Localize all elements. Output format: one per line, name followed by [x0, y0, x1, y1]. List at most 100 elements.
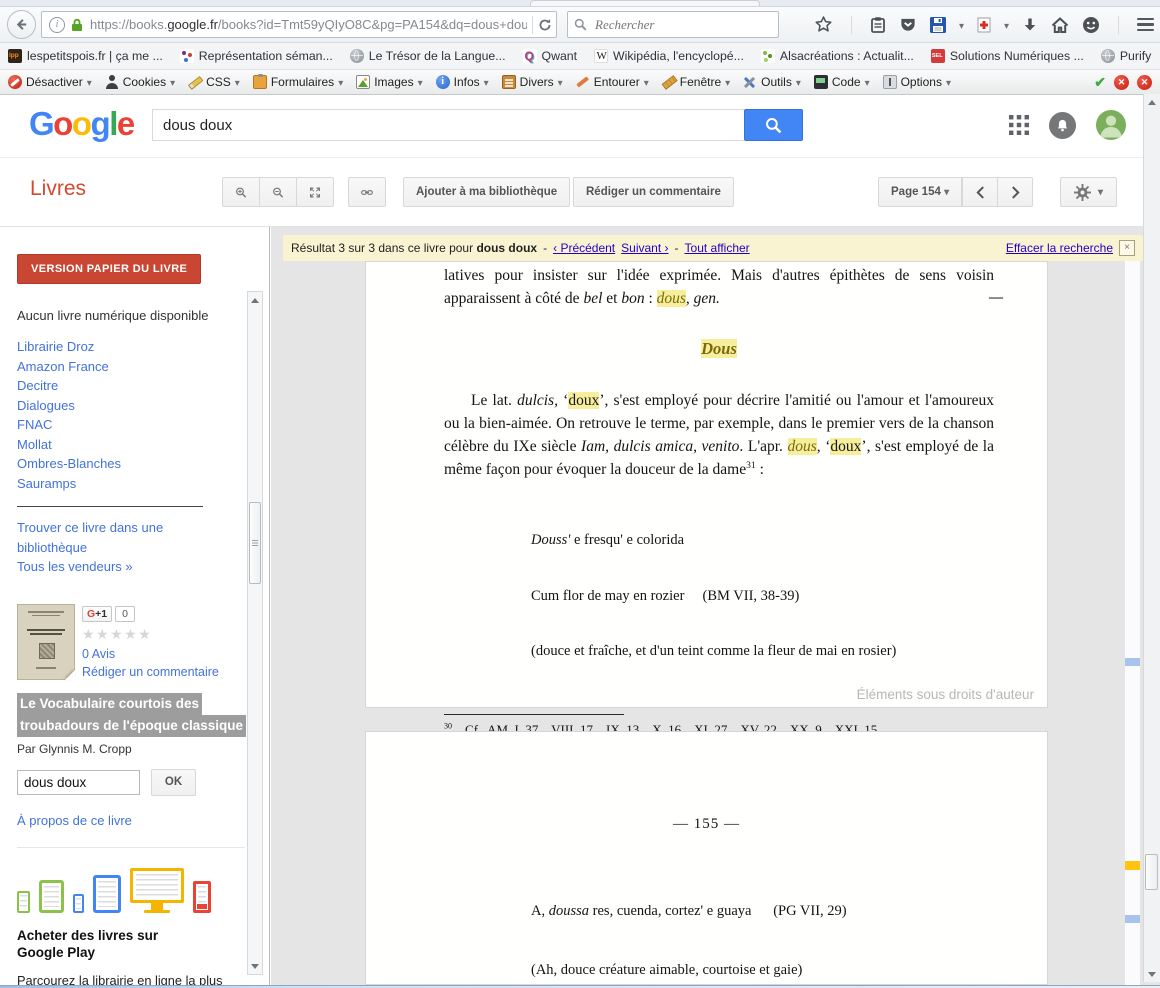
scrollbar-thumb[interactable]	[1145, 854, 1158, 890]
devtools-menu-infos[interactable]: Infos	[436, 75, 489, 89]
write-review-link[interactable]: Rédiger un commentaire	[82, 665, 219, 679]
feedback-smiley-button[interactable]	[1082, 16, 1100, 34]
close-icon[interactable]: ×	[1119, 240, 1135, 256]
bookmark-item[interactable]: Solutions Numériques ...	[931, 49, 1084, 63]
caret-down-icon[interactable]	[959, 16, 964, 34]
download-button[interactable]	[1022, 17, 1038, 33]
next-page-button[interactable]	[997, 177, 1033, 207]
seller-link[interactable]: Ombres-Blanches	[17, 454, 217, 474]
book-cover-thumbnail[interactable]	[17, 604, 75, 680]
devtools-menu-divers[interactable]: Divers	[502, 75, 563, 89]
seller-link[interactable]: Dialogues	[17, 396, 217, 416]
link-button[interactable]	[348, 177, 386, 207]
back-button[interactable]	[7, 10, 36, 39]
notifications-bell-icon[interactable]	[1049, 112, 1076, 139]
devtools-menu-images[interactable]: Images	[356, 75, 422, 89]
gplus-button[interactable]: GG+1+1	[82, 606, 112, 622]
devtools-menu-entourer[interactable]: Entourer	[576, 75, 649, 89]
caret-down-icon	[796, 75, 801, 89]
bookmark-item[interactable]: Purify	[1101, 49, 1151, 63]
search-in-book-input[interactable]	[17, 770, 140, 795]
seller-link[interactable]: FNAC	[17, 415, 217, 435]
devtools-menu-forms[interactable]: Formulaires	[253, 75, 343, 89]
error-close-icon[interactable]: ✕	[1137, 75, 1152, 90]
pocket-button[interactable]	[899, 16, 917, 33]
caret-down-icon	[170, 75, 175, 89]
find-in-library-link[interactable]: Trouver ce livre dans une bibliothèque	[17, 518, 217, 557]
all-sellers-link[interactable]: Tous les vendeurs »	[17, 557, 217, 577]
devtools-menu-options[interactable]: Options	[883, 75, 951, 89]
scroll-up-arrow[interactable]	[1144, 96, 1160, 108]
seller-link[interactable]: Mollat	[17, 435, 217, 455]
previous-page-button[interactable]	[962, 177, 998, 207]
active-tab-edge[interactable]	[530, 0, 760, 6]
devtools-menu-css[interactable]: CSS	[188, 75, 240, 89]
bookmarks-panel-button[interactable]	[870, 16, 886, 34]
scrollbar-thumb[interactable]	[249, 502, 261, 584]
devtools-menu-disable[interactable]: Désactiver	[8, 75, 92, 89]
scroll-up-arrow[interactable]	[248, 293, 262, 307]
lock-icon[interactable]	[71, 18, 83, 32]
bookmark-item[interactable]: Qwant	[523, 49, 578, 63]
zoom-in-button[interactable]	[222, 177, 260, 207]
seller-link[interactable]: Amazon France	[17, 357, 217, 377]
caret-down-icon	[235, 75, 240, 89]
text-segment: doussa	[549, 903, 589, 919]
apps-grid-icon[interactable]	[1009, 115, 1029, 135]
page-selector-button[interactable]: Page 154	[878, 177, 962, 207]
text-segment: ‘	[558, 392, 568, 409]
url-bar[interactable]: i https://books.google.fr/books?id=Tmt59…	[41, 11, 557, 38]
ok-button[interactable]: OK	[151, 769, 196, 796]
fullscreen-button[interactable]	[296, 177, 334, 207]
next-result-link[interactable]: Suivant ›	[621, 241, 668, 255]
error-close-icon[interactable]: ✕	[1114, 75, 1129, 90]
google-search-field[interactable]	[152, 109, 744, 141]
add-to-library-button[interactable]: Ajouter à ma bibliothèque	[403, 177, 570, 207]
previous-result-link[interactable]: ‹ Précédent	[553, 241, 615, 255]
show-all-results-link[interactable]: Tout afficher	[685, 241, 750, 255]
browser-search-box[interactable]	[567, 11, 779, 38]
bookmark-item[interactable]: Wikipédia, l'encyclopé...	[594, 49, 744, 63]
browser-search-input[interactable]	[593, 16, 772, 34]
bookmark-item[interactable]: lespetitspois.fr | ça me ...	[8, 49, 163, 63]
identity-info-icon[interactable]: i	[49, 17, 65, 33]
seller-link[interactable]: Decitre	[17, 376, 217, 396]
scroll-down-arrow[interactable]	[1144, 968, 1160, 980]
devtools-menu-outils[interactable]: Outils	[743, 75, 801, 89]
account-avatar[interactable]	[1096, 110, 1126, 140]
window-scrollbar[interactable]	[1143, 94, 1160, 982]
annotate-page-button[interactable]	[977, 17, 991, 33]
save-button[interactable]	[930, 17, 946, 33]
seller-link[interactable]: Librairie Droz	[17, 337, 217, 357]
bookmark-star-button[interactable]	[814, 15, 833, 34]
reviews-link[interactable]: 0 Avis	[82, 647, 219, 661]
scroll-down-arrow[interactable]	[248, 959, 262, 973]
zoom-group	[222, 177, 297, 207]
home-button[interactable]	[1051, 17, 1069, 33]
seller-link[interactable]: Sauramps	[17, 474, 217, 494]
devtools-menu-code[interactable]: Code	[814, 75, 870, 89]
reload-icon[interactable]	[538, 18, 552, 32]
clear-search-link[interactable]: Effacer la recherche	[1006, 241, 1113, 255]
devtools-menu-cookies[interactable]: Cookies	[105, 75, 175, 89]
url-text[interactable]: https://books.google.fr/books?id=Tmt59yQ…	[90, 17, 527, 32]
zoom-out-button[interactable]	[259, 177, 297, 207]
google-logo[interactable]: Google	[29, 105, 134, 143]
product-name[interactable]: Livres	[30, 177, 86, 201]
bookmark-item[interactable]: Alsacréations : Actualit...	[761, 49, 914, 63]
text-segment: gen.	[694, 290, 720, 307]
settings-button[interactable]	[1060, 177, 1117, 207]
valid-check-icon[interactable]: ✔	[1094, 74, 1106, 91]
bookmark-item[interactable]: Le Trésor de la Langue...	[350, 49, 506, 63]
write-review-button[interactable]: Rédiger un commentaire	[573, 177, 734, 207]
text-segment: . L'apr.	[739, 438, 787, 455]
caret-down-icon[interactable]	[1004, 16, 1009, 34]
paper-version-button[interactable]: VERSION PAPIER DU LIVRE	[17, 254, 201, 284]
google-search-input[interactable]	[153, 110, 744, 140]
menu-button[interactable]	[1137, 18, 1154, 32]
bookmark-item[interactable]: Représentation séman...	[180, 49, 333, 63]
about-book-link[interactable]: À propos de ce livre	[17, 811, 217, 831]
devtools-menu-fenetre[interactable]: Fenêtre	[662, 75, 730, 89]
sidebar-scrollbar[interactable]	[247, 291, 263, 975]
google-search-button[interactable]	[744, 109, 803, 141]
